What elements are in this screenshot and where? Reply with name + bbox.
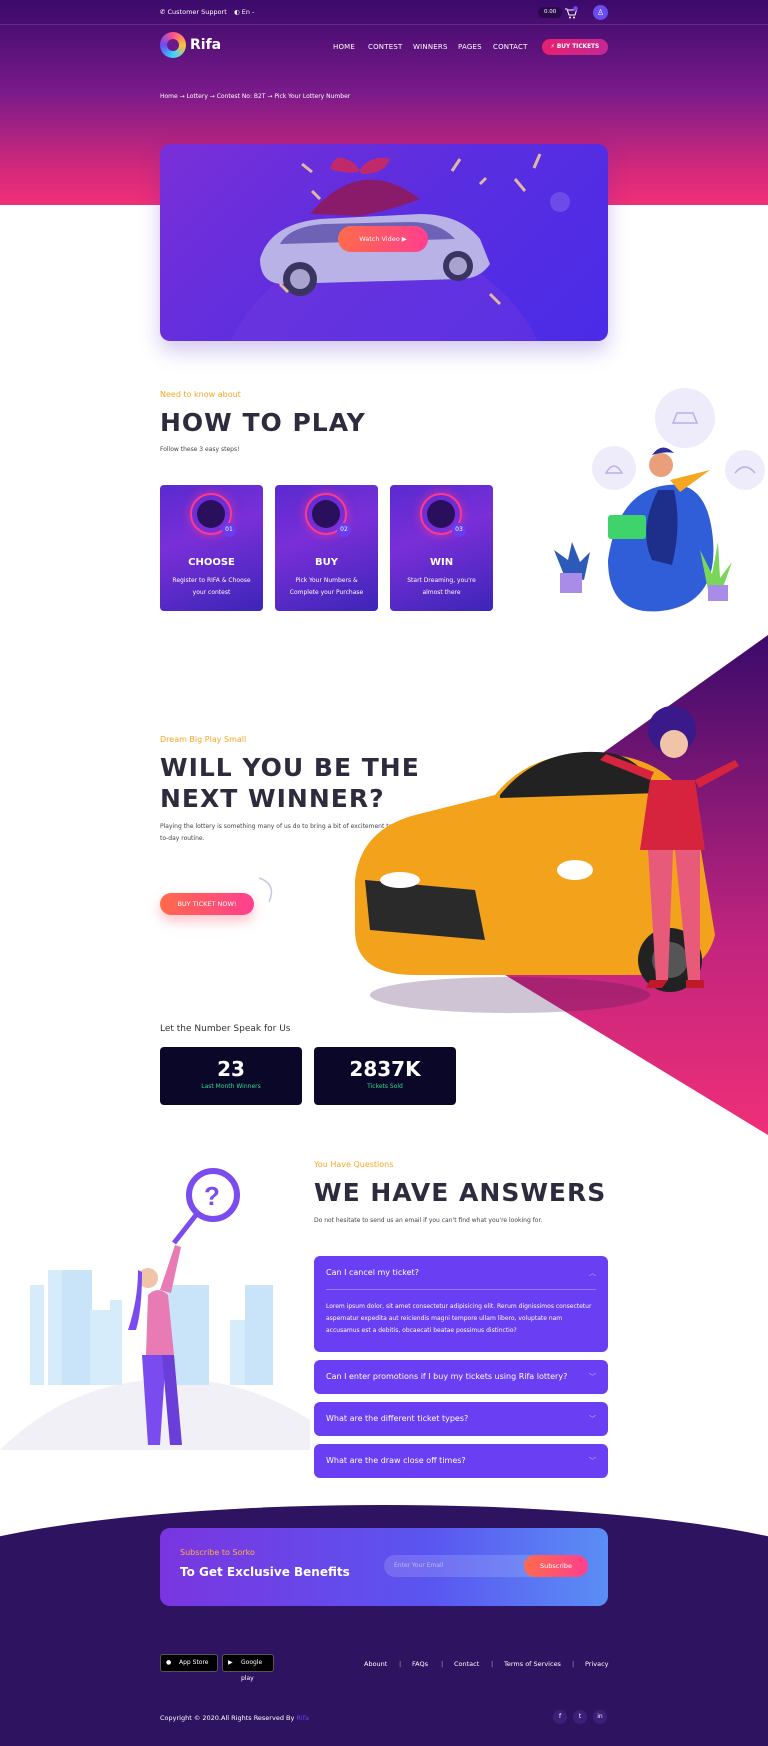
user-icon[interactable]: ♙ [593, 5, 608, 20]
curved-arrow-icon [258, 877, 273, 903]
footer-link-contact[interactable]: Contact [454, 1660, 479, 1668]
faq-title: WE HAVE ANSWERS [314, 1178, 607, 1207]
stat-card-tickets: 2837K Tickets Sold [314, 1047, 456, 1105]
stat-label: Tickets Sold [367, 1083, 403, 1090]
buy-tickets-button[interactable]: ⚡ BUY TICKETS [542, 39, 608, 55]
logo-icon[interactable] [160, 32, 186, 58]
faq-desc: Do not hesitate to send us an email if y… [314, 1217, 543, 1224]
faq-item-open[interactable]: Can I cancel my ticket? ︿ Lorem ipsum do… [314, 1256, 608, 1352]
chevron-down-icon[interactable]: ﹀ [589, 1414, 596, 1424]
stat-value: 2837K [349, 1057, 421, 1081]
step-title: WIN [429, 557, 454, 568]
play-icon: ▶ [401, 235, 407, 243]
buy-ticket-now-button[interactable]: BUY TICKET NOW! [160, 893, 254, 915]
breadcrumb[interactable]: Home → Lottery → Contest No: B2T → Pick … [160, 93, 350, 100]
twitter-icon[interactable]: t [573, 1710, 587, 1724]
play-store-icon: ▶ [228, 1659, 233, 1666]
footer-separator: | [399, 1660, 402, 1668]
step-number: 03 [452, 523, 466, 537]
watch-video-button[interactable]: Watch Video ▶ [338, 226, 428, 252]
subscribe-title: To Get Exclusive Benefits [180, 1565, 350, 1579]
faq-item[interactable]: What are the draw close off times? ﹀ [314, 1444, 608, 1478]
footer-link-about[interactable]: Abount [364, 1660, 387, 1668]
language-selector[interactable]: ◐ En - [234, 8, 254, 16]
footer-link-terms[interactable]: Terms of Services [504, 1660, 561, 1668]
how-title: HOW TO PLAY [160, 408, 366, 437]
step-title: CHOOSE [188, 557, 235, 568]
video-card: Watch Video ▶ [160, 144, 608, 341]
support-link[interactable]: ✆ Customer Support [160, 8, 227, 16]
faq-item[interactable]: What are the different ticket types? ﹀ [314, 1402, 608, 1436]
faq-question[interactable]: Can I cancel my ticket? [326, 1268, 419, 1277]
faq-divider [326, 1289, 596, 1290]
nav-home[interactable]: HOME [333, 43, 355, 51]
car-woman-illustration [355, 706, 739, 1013]
step-desc: Register to RIFA & Choose your contest [172, 577, 251, 596]
step-number: 01 [222, 523, 236, 537]
chevron-up-icon[interactable]: ︿ [589, 1268, 596, 1278]
chevron-down-icon[interactable]: ﹀ [589, 1372, 596, 1382]
footer-link-privacy[interactable]: Privacy [585, 1660, 609, 1668]
chevron-down-icon[interactable]: ﹀ [589, 1456, 596, 1466]
brand-name[interactable]: Rifa [190, 37, 221, 53]
phone-icon: ✆ [160, 8, 168, 16]
linkedin-icon[interactable]: in [593, 1710, 607, 1724]
copyright-brand-link[interactable]: Rifa [296, 1714, 309, 1722]
footer-separator: | [441, 1660, 444, 1668]
nav-winners[interactable]: WINNERS [413, 43, 448, 51]
nav-contact[interactable]: CONTACT [493, 43, 528, 51]
cart-icon[interactable] [564, 5, 578, 19]
faq-question[interactable]: What are the different ticket types? [326, 1414, 468, 1423]
footer-link-faqs[interactable]: FAQs [412, 1660, 428, 1668]
winner-subtitle: Dream Big Play Small [160, 735, 247, 744]
footer-separator: | [572, 1660, 575, 1668]
question-illustration: ? [0, 1168, 310, 1450]
svg-text:?: ? [204, 1181, 220, 1211]
globe-icon: ◐ [234, 8, 242, 16]
balance-display: 0.00 [538, 7, 563, 18]
google-play-button[interactable]: ▶ Google play [222, 1654, 274, 1682]
faq-question[interactable]: What are the draw close off times? [326, 1456, 466, 1465]
top-bar: ✆ Customer Support ◐ En - 0.00 ♙ [0, 0, 768, 25]
app-store-button[interactable]: ● App Store [160, 1654, 218, 1672]
step-desc: Start Dreaming, you're almost there [407, 577, 476, 596]
step-desc: Pick Your Numbers & Complete your Purcha… [289, 577, 364, 596]
nav-contest[interactable]: CONTEST [368, 43, 402, 51]
subscribe-subtitle: Subscribe to Sorko [180, 1548, 255, 1557]
step-card-win[interactable]: 03 WIN Start Dreaming, you're almost the… [390, 485, 493, 611]
footer-separator: | [491, 1660, 494, 1668]
stats-heading: Let the Number Speak for Us [160, 1024, 291, 1034]
faq-subtitle: You Have Questions [314, 1160, 394, 1169]
copyright: Copyright © 2020.All Rights Reserved By … [160, 1714, 309, 1722]
facebook-icon[interactable]: f [553, 1710, 567, 1724]
person-laptop-illustration [554, 388, 765, 612]
stat-card-winners: 23 Last Month Winners [160, 1047, 302, 1105]
step-number: 02 [337, 523, 351, 537]
step-title: BUY [315, 557, 338, 568]
how-desc: Follow these 3 easy steps! [160, 446, 240, 453]
step-card-buy[interactable]: 02 BUY Pick Your Numbers & Complete your… [275, 485, 378, 611]
stat-value: 23 [217, 1057, 245, 1081]
faq-item[interactable]: Can I enter promotions if I buy my ticke… [314, 1360, 608, 1394]
stat-label: Last Month Winners [201, 1083, 261, 1090]
faq-answer: Lorem ipsum dolor, sit amet consectetur … [326, 1303, 592, 1334]
subscribe-banner: Subscribe to Sorko To Get Exclusive Bene… [160, 1528, 608, 1606]
nav-pages[interactable]: PAGES [458, 43, 482, 51]
faq-question[interactable]: Can I enter promotions if I buy my ticke… [326, 1372, 567, 1381]
step-card-choose[interactable]: 01 CHOOSE Register to RIFA & Choose your… [160, 485, 263, 611]
how-subtitle: Need to know about [160, 390, 241, 399]
apple-icon: ● [166, 1659, 172, 1666]
subscribe-button[interactable]: Subscribe [524, 1555, 588, 1577]
